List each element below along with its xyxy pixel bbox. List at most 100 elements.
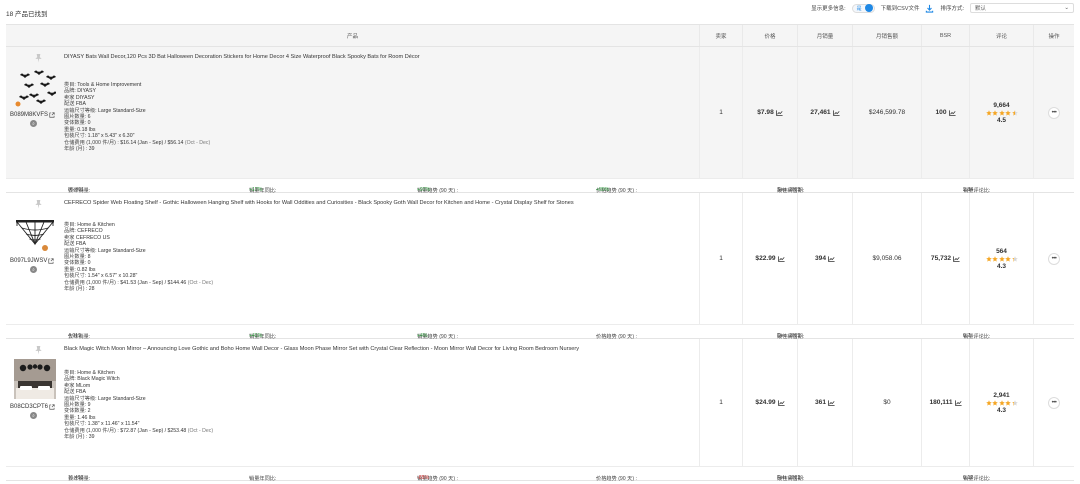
table-row: B089M8KVFS ⌕ DIYASY Bats Wall Decor,120 … [6,47,1074,179]
col-seller[interactable]: 卖家 [700,25,743,46]
reviews-cell: 9,664 4.5 [970,47,1034,178]
price-link[interactable]: $7.98 [757,109,783,116]
seller-label: 卖家 [64,234,75,241]
fulfillment-value: FBA [75,241,86,248]
star-icon [1011,255,1018,262]
variations-label: 变体数量: [64,120,87,127]
seller-value: CEFRECO US [75,234,110,241]
age-label: 年龄 (月) : [64,146,88,153]
more-options-button[interactable]: ••• [1048,106,1060,119]
monthly-sales-link[interactable]: 27,461 [810,109,840,116]
col-bsr[interactable]: BSR [922,25,970,46]
product-title[interactable]: CEFRECO Spider Web Floating Shelf - Goth… [64,200,574,206]
asin-link[interactable]: B089M8KVFS [10,112,55,118]
top-bar: 18 产品已找到 显示更多信息: 是 下载到CSV文件 排序方式: 默认 ⌄ [0,0,1080,22]
review-count[interactable]: 564 [996,248,1007,255]
storage-fee-period: (Oct - Dec) [187,279,214,286]
storage-fee-label: 仓储费用 (1,000 件/月) : [64,139,119,146]
table-row: B08CD3CPT6 ⌕ Black Magic Witch Moon Mirr… [6,339,1074,467]
brand-label: 品牌: [64,228,76,235]
product-details: 类目: Tools & Home Improvement 品牌: DIYASY … [64,82,210,152]
more-options-button[interactable]: ••• [1048,396,1060,409]
brand-label: 品牌: [64,376,76,383]
price-value: $22.99 [755,255,776,262]
product-cell: B08CD3CPT6 ⌕ Black Magic Witch Moon Mirr… [6,339,700,466]
col-reviews[interactable]: 评论 [970,25,1034,46]
monthly-sales-link[interactable]: 394 [815,255,835,262]
dimensions-label: 包装尺寸: [64,421,87,428]
price-cell: $22.99 [743,193,798,324]
products-table: 产品 卖家 价格 月销量 月销售额 BSR 评论 操作 B089M8KVFS ⌕… [6,24,1074,482]
sort-select[interactable]: 默认 ⌄ [970,3,1074,13]
bsr-link[interactable]: 180,111 [929,399,962,406]
weight-value: 1.46 lbs [77,414,96,421]
product-image[interactable] [14,359,56,399]
col-monthly-sales[interactable]: 月销量 [798,25,853,46]
bsr-link[interactable]: 75,732 [931,255,960,262]
product-title[interactable]: Black Magic Witch Moon Mirror – Announci… [64,346,579,352]
product-image[interactable] [14,67,57,107]
seller-label: 卖家 [64,382,75,389]
star-icon [1011,109,1018,116]
monthly-sales-link[interactable]: 361 [815,399,835,406]
asin-text: B08CD3CPT6 [10,404,49,410]
external-link-icon[interactable] [48,258,54,264]
rating-stars [985,399,1018,406]
product-title[interactable]: DIYASY Bats Wall Decor,120 Pcs 3D Bat Ha… [64,54,420,60]
line-chart-icon [948,109,956,116]
weight-value: 0.18 lbs [77,126,96,133]
compare-icon[interactable]: ⌕ [30,412,37,419]
review-count[interactable]: 9,664 [993,102,1009,109]
row-summary: 去年销量: 4,919 销量年同比: +41% 销量趋势 (90 天) : +4… [6,325,1074,340]
pin-icon[interactable] [34,199,43,209]
product-details: 类目: Home & Kitchen 品牌: Black Magic Witch… [64,370,213,440]
compare-icon[interactable]: ⌕ [30,266,37,273]
download-csv-label[interactable]: 下载到CSV文件 [881,4,920,12]
pin-icon[interactable] [34,53,43,63]
show-more-label: 显示更多信息: [811,6,846,12]
asin-link[interactable]: B097L9JWSV [10,258,54,264]
external-link-icon[interactable] [49,404,55,410]
col-product[interactable]: 产品 [6,25,700,46]
asin-link[interactable]: B08CD3CPT6 [10,404,55,410]
rating-value: 4.3 [996,262,1007,270]
pin-icon[interactable] [34,345,43,355]
toggle-label: 是 [856,5,862,12]
review-count[interactable]: 2,941 [993,392,1009,399]
line-chart-icon [954,399,962,406]
bsr-link[interactable]: 100 [935,109,956,116]
bsr-cell: 180,111 [922,339,970,466]
rating-stars [985,109,1018,116]
fulfillment-value: FBA [75,389,86,396]
more-options-button[interactable]: ••• [1048,252,1060,265]
age-value: 28 [88,286,95,293]
external-link-icon[interactable] [49,112,55,118]
star-icon [985,255,992,262]
col-monthly-revenue[interactable]: 月销售额 [853,25,922,46]
variations-value: 0 [87,260,91,267]
show-more-toggle[interactable]: 是 [851,3,875,13]
compare-icon[interactable]: ⌕ [30,120,37,127]
monthly-sales-value: 394 [814,255,826,262]
bsr-value: 180,111 [929,399,953,406]
monthly-sales-cell: 361 [798,339,853,466]
seller-label: 卖家 [64,94,75,101]
product-image[interactable] [14,213,56,253]
brand-value: Black Magic Witch [77,376,120,383]
storage-fee-label: 仓储费用 (1,000 件/月) : [64,279,119,286]
line-chart-icon [832,109,840,116]
price-link[interactable]: $24.99 [755,399,785,406]
price-link[interactable]: $22.99 [755,255,785,262]
storage-fee-value: $41.53 (Jan - Sep) / $144.46 [120,279,187,286]
toggle-knob[interactable] [864,4,873,12]
reviews-cell: 564 4.3 [970,193,1034,324]
star-icon [985,109,992,116]
brand-value: DIYASY [77,88,96,95]
col-price[interactable]: 价格 [743,25,798,46]
actions-cell: ••• [1034,47,1074,178]
weight-value: 0.82 lbs [77,266,96,273]
download-icon[interactable] [925,4,934,13]
storage-fee-value: $72.87 (Jan - Sep) / $253.48 [120,427,187,434]
price-cell: $7.98 [743,47,798,178]
star-icon [992,399,998,406]
